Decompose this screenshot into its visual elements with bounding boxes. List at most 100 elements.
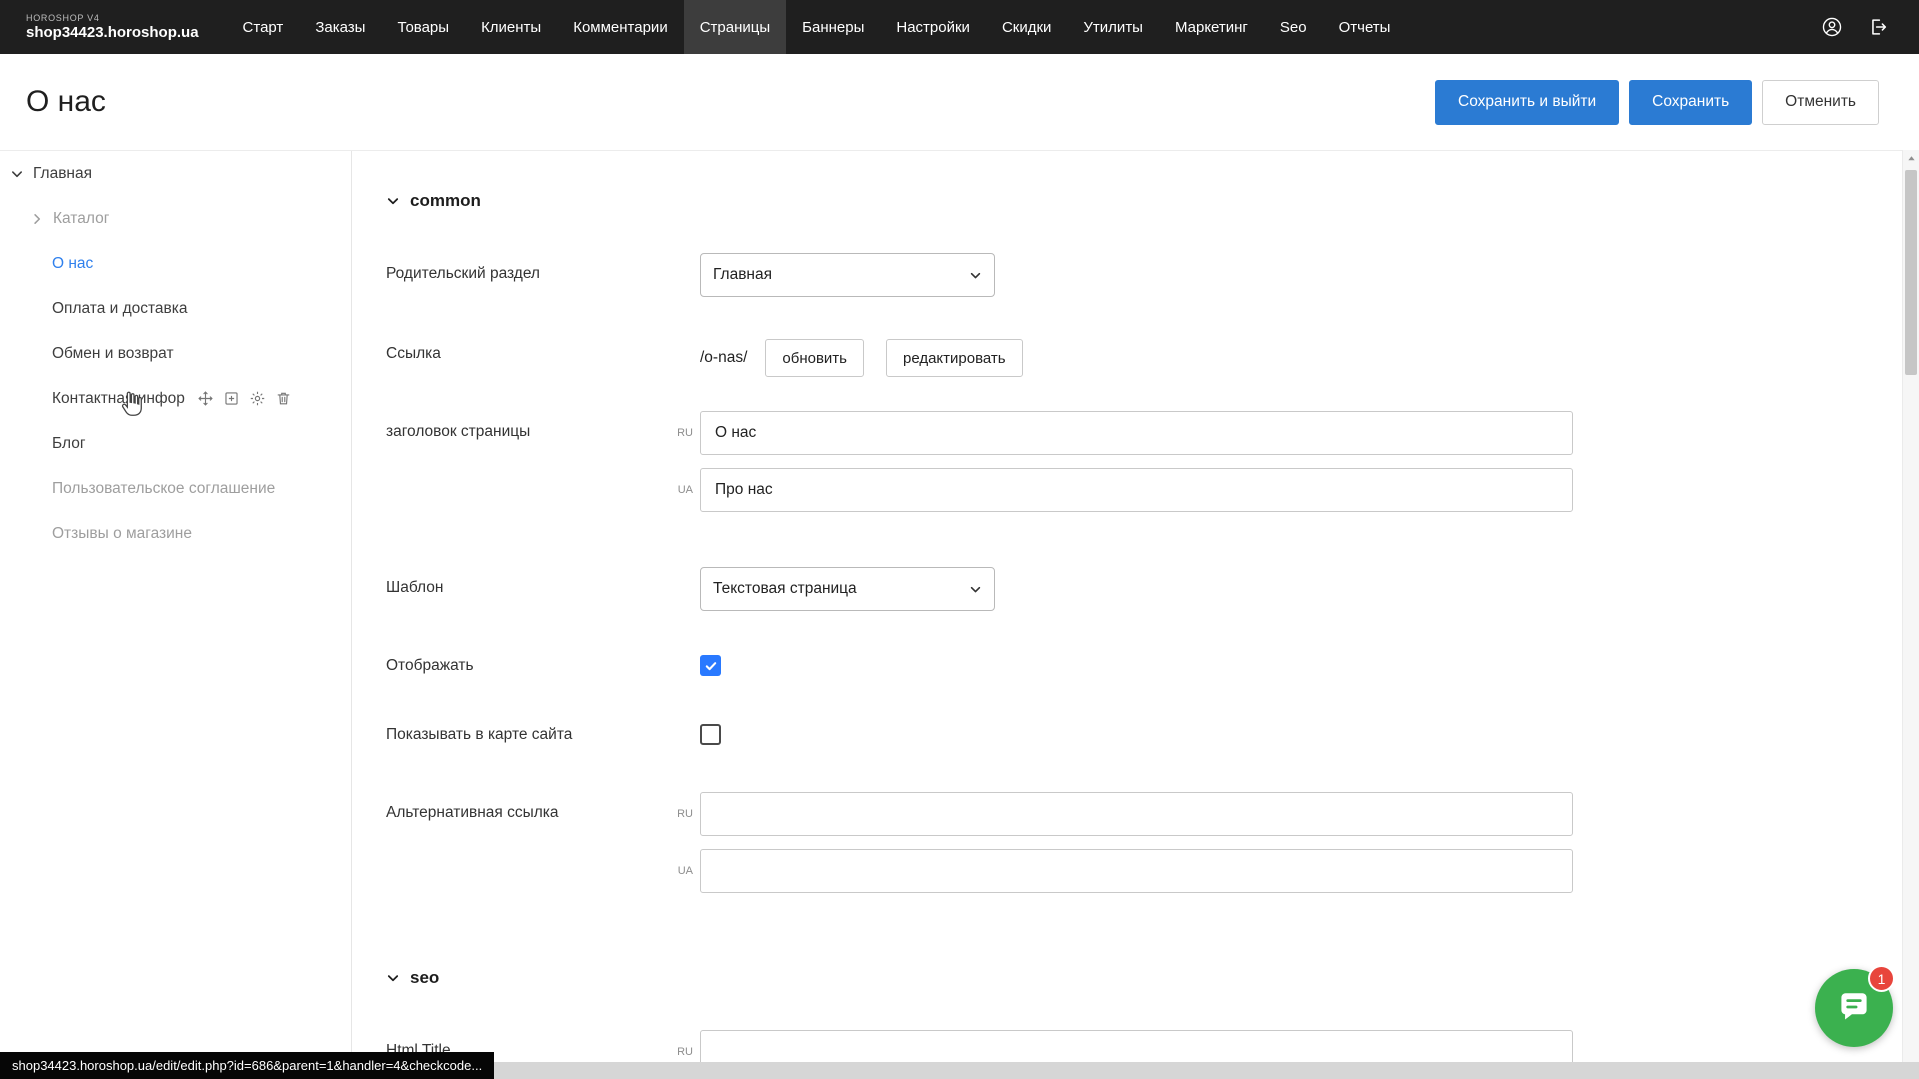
lang-badge-ua: UA bbox=[670, 865, 693, 877]
sidebar-item-blog[interactable]: Блог bbox=[0, 421, 351, 466]
scrollbar[interactable] bbox=[1902, 150, 1919, 1062]
sitemap-checkbox[interactable] bbox=[700, 724, 721, 745]
lang-badge-ua: UA bbox=[670, 484, 693, 496]
page-url: /o-nas/ bbox=[700, 349, 747, 367]
sidebar-item-kontaktnaya-info[interactable]: Контактная инфор bbox=[0, 376, 351, 421]
tree-item-actions bbox=[197, 390, 292, 407]
logout-icon[interactable] bbox=[1867, 16, 1889, 38]
tree-label: Каталог bbox=[53, 210, 109, 228]
nav-item-utilities[interactable]: Утилиты bbox=[1067, 0, 1159, 54]
scroll-up-button[interactable] bbox=[1903, 150, 1919, 167]
logo-domain: shop34423.horoshop.ua bbox=[26, 24, 199, 41]
drag-move-icon[interactable] bbox=[197, 390, 214, 407]
header-actions: Сохранить и выйти Сохранить Отменить bbox=[1435, 80, 1879, 125]
save-exit-button[interactable]: Сохранить и выйти bbox=[1435, 80, 1619, 125]
nav-item-settings[interactable]: Настройки bbox=[880, 0, 986, 54]
nav-item-marketing[interactable]: Маркетинг bbox=[1159, 0, 1264, 54]
field-alt-link: Альтернативная ссылка RU UA bbox=[386, 792, 1919, 906]
field-label: Показывать в карте сайта bbox=[386, 724, 700, 744]
chevron-right-icon[interactable] bbox=[30, 212, 44, 226]
account-icon[interactable] bbox=[1821, 16, 1843, 38]
sidebar-item-glavnaya[interactable]: Главная bbox=[0, 151, 351, 196]
field-template: Шаблон Текстовая страница bbox=[386, 567, 1919, 611]
cancel-button[interactable]: Отменить bbox=[1762, 80, 1879, 125]
field-parent-section: Родительский раздел Главная bbox=[386, 253, 1919, 297]
sidebar-item-katalog[interactable]: Каталог bbox=[0, 196, 351, 241]
add-page-icon[interactable] bbox=[223, 390, 240, 407]
chat-widget-button[interactable]: 1 bbox=[1815, 969, 1893, 1047]
chevron-down-icon bbox=[969, 269, 982, 282]
page-edit-form: common Родительский раздел Главная Ссылк… bbox=[352, 151, 1919, 1062]
nav-item-seo[interactable]: Seo bbox=[1264, 0, 1323, 54]
trash-icon[interactable] bbox=[275, 390, 292, 407]
field-label: Ссылка bbox=[386, 333, 700, 363]
chevron-down-icon bbox=[969, 583, 982, 596]
template-select[interactable]: Текстовая страница bbox=[700, 567, 995, 611]
chevron-down-icon[interactable] bbox=[10, 167, 24, 181]
field-page-title: заголовок страницы RU UA bbox=[386, 411, 1919, 525]
lang-badge-ru: RU bbox=[670, 427, 693, 439]
section-title: seo bbox=[410, 968, 439, 988]
sidebar-item-obmen-vozvrat[interactable]: Обмен и возврат bbox=[0, 331, 351, 376]
field-label: Родительский раздел bbox=[386, 253, 700, 283]
logo-version: HOROSHOP V4 bbox=[26, 13, 199, 23]
scrollbar-thumb[interactable] bbox=[1905, 170, 1917, 375]
tree-label: О нас bbox=[52, 255, 93, 273]
section-title: common bbox=[410, 191, 481, 211]
field-label: заголовок страницы bbox=[386, 411, 700, 441]
nav-item-pages[interactable]: Страницы bbox=[684, 0, 786, 54]
update-link-button[interactable]: обновить bbox=[765, 339, 864, 377]
topbar-icons bbox=[1821, 16, 1919, 38]
save-button[interactable]: Сохранить bbox=[1629, 80, 1752, 125]
page-title-ru-input[interactable] bbox=[700, 411, 1573, 455]
edit-link-button[interactable]: редактировать bbox=[886, 339, 1023, 377]
alt-link-ru-input[interactable] bbox=[700, 792, 1573, 836]
tree-label: Главная bbox=[33, 165, 92, 183]
lang-badge-ru: RU bbox=[670, 1046, 693, 1058]
nav-item-banners[interactable]: Баннеры bbox=[786, 0, 880, 54]
tree-label: Оплата и доставка bbox=[52, 300, 188, 318]
tree-label: Обмен и возврат bbox=[52, 345, 174, 363]
sidebar-item-otzyvy[interactable]: Отзывы о магазине bbox=[0, 511, 351, 556]
logo[interactable]: HOROSHOP V4 shop34423.horoshop.ua bbox=[26, 13, 199, 41]
display-checkbox[interactable] bbox=[700, 655, 721, 676]
page-title-ua-input[interactable] bbox=[700, 468, 1573, 512]
alt-link-ua-input[interactable] bbox=[700, 849, 1573, 893]
topbar: HOROSHOP V4 shop34423.horoshop.ua Старт … bbox=[0, 0, 1919, 54]
field-label: Отображать bbox=[386, 655, 700, 675]
sidebar-item-o-nas[interactable]: О нас bbox=[0, 241, 351, 286]
nav-item-orders[interactable]: Заказы bbox=[299, 0, 381, 54]
status-bar-url: shop34423.horoshop.ua/edit/edit.php?id=6… bbox=[0, 1052, 494, 1079]
field-link: Ссылка /o-nas/ обновить редактировать bbox=[386, 333, 1919, 377]
tree-label: Блог bbox=[52, 435, 86, 453]
nav-item-comments[interactable]: Комментарии bbox=[557, 0, 683, 54]
chat-unread-badge: 1 bbox=[1868, 965, 1895, 992]
nav-item-clients[interactable]: Клиенты bbox=[465, 0, 557, 54]
page-header: О нас Сохранить и выйти Сохранить Отмени… bbox=[0, 54, 1919, 150]
sidebar-item-polzovatelskoe[interactable]: Пользовательское соглашение bbox=[0, 466, 351, 511]
field-sitemap: Показывать в карте сайта bbox=[386, 724, 1919, 750]
section-common[interactable]: common bbox=[386, 191, 1919, 211]
chevron-down-icon bbox=[386, 971, 400, 985]
chevron-down-icon bbox=[386, 194, 400, 208]
field-label: Шаблон bbox=[386, 567, 700, 597]
field-label: Альтернативная ссылка bbox=[386, 792, 700, 822]
page-title: О нас bbox=[26, 85, 106, 119]
field-html-title: Html Title Полная замена title, генериру… bbox=[386, 1030, 1919, 1063]
parent-section-select[interactable]: Главная bbox=[700, 253, 995, 297]
nav-item-reports[interactable]: Отчеты bbox=[1323, 0, 1407, 54]
section-seo[interactable]: seo bbox=[386, 968, 1919, 988]
nav-item-products[interactable]: Товары bbox=[381, 0, 465, 54]
field-display: Отображать bbox=[386, 655, 1919, 678]
nav-item-discounts[interactable]: Скидки bbox=[986, 0, 1067, 54]
sidebar-item-oplata-dostavka[interactable]: Оплата и доставка bbox=[0, 286, 351, 331]
tree-label: Контактная инфор bbox=[52, 390, 185, 408]
select-value: Главная bbox=[713, 266, 772, 284]
main-nav: Старт Заказы Товары Клиенты Комментарии … bbox=[227, 0, 1407, 54]
tree-label: Отзывы о магазине bbox=[52, 525, 192, 543]
html-title-ru-input[interactable] bbox=[700, 1030, 1573, 1063]
pages-tree-sidebar: Главная Каталог О нас Оплата и доставка … bbox=[0, 151, 352, 1062]
gear-icon[interactable] bbox=[249, 390, 266, 407]
tree-label: Пользовательское соглашение bbox=[52, 480, 275, 498]
nav-item-start[interactable]: Старт bbox=[227, 0, 300, 54]
